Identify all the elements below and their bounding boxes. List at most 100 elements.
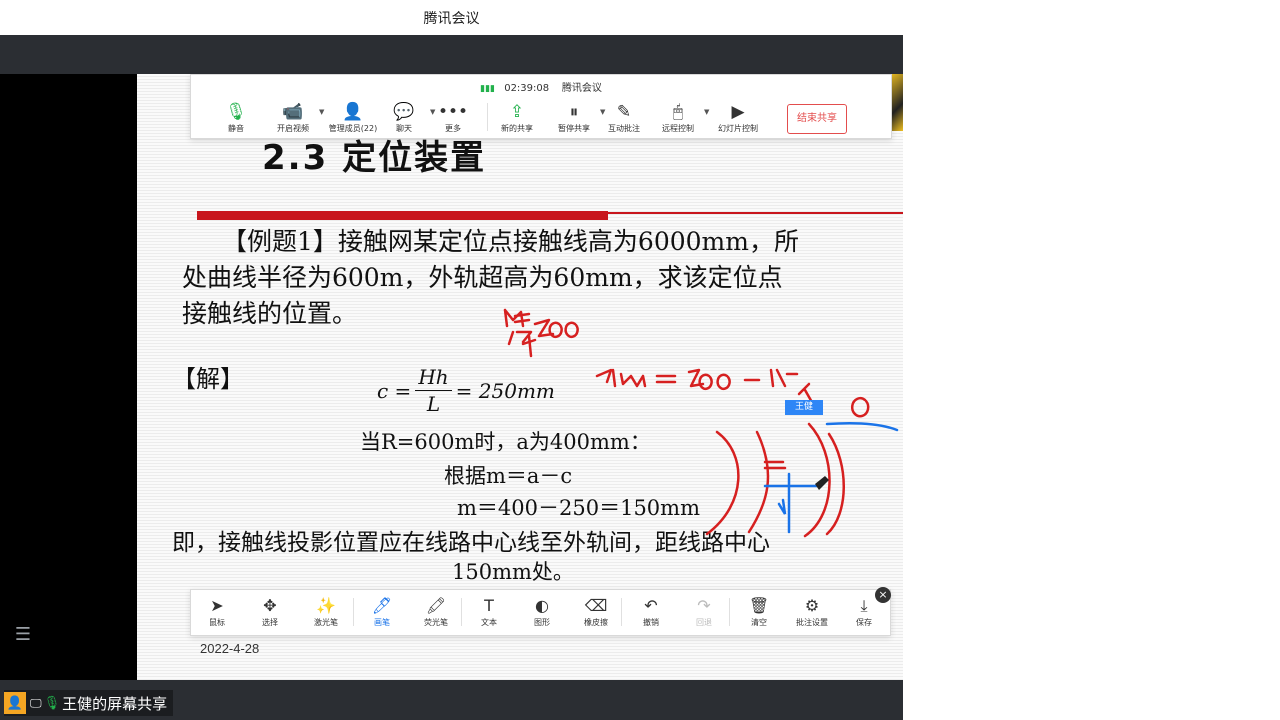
top-dark-bar [0, 35, 903, 74]
end-share-button[interactable]: 结束共享 [787, 104, 847, 134]
microphone-icon: 🎙 [43, 695, 61, 711]
mouse-icon: ➤ [210, 596, 224, 615]
annot-highlighter-button[interactable]: 🖍 荧光笔 [411, 595, 461, 628]
title-underline-thin [608, 212, 903, 214]
window-title: 腾讯会议 [423, 10, 480, 27]
toolbar-members-label: 管理成员(22) [328, 124, 378, 133]
toolbar-more-button[interactable]: ••• 更多 [423, 101, 483, 134]
annot-clear-label: 清空 [751, 618, 767, 627]
toolbar-annotate-button[interactable]: ✎ 互动批注 [594, 101, 654, 134]
text-icon: T [484, 596, 494, 615]
conclusion-line-1: 即，接触线投影位置应在线路中心线至外轨间，距线路中心 [172, 530, 770, 556]
annot-annot-settings-button[interactable]: ⚙ 批注设置 [787, 595, 837, 628]
solution-heading: 【解】 [172, 365, 244, 393]
annot-select-button[interactable]: ✥ 选择 [245, 595, 295, 628]
share-status: ▮▮▮ 02:39:08 腾讯会议 [191, 79, 891, 94]
highlighter-icon: 🖍 [425, 596, 447, 615]
annot-highlighter-label: 荧光笔 [424, 618, 448, 627]
problem-line-1: 【例题1】接触网某定位点接触线高为6000mm，所 [222, 227, 799, 256]
toolbar-new-share-label: 新的共享 [501, 124, 533, 133]
window-titlebar: 腾讯会议 [0, 0, 903, 36]
problem-line-3: 接触线的位置。 [182, 299, 358, 328]
toolbar-remote-control-button[interactable]: 🖱 远程控制 [648, 101, 708, 134]
annot-save-label: 保存 [856, 618, 872, 627]
annot-select-label: 选择 [262, 618, 278, 627]
annot-laser-button[interactable]: ✨ 激光笔 [301, 595, 351, 628]
annot-text-button[interactable]: T 文本 [464, 595, 514, 628]
toolbar-divider [353, 598, 354, 626]
formula: c = Hh L = 250mm [377, 364, 555, 417]
screen-share-icon: 🖵 [30, 695, 42, 710]
annot-shape-label: 图形 [534, 618, 550, 627]
annot-eraser-label: 橡皮擦 [584, 618, 608, 627]
toolbar-remote-control-label: 远程控制 [662, 124, 694, 133]
solution-line-3: m＝400－250＝150mm [457, 496, 700, 520]
formula-denominator: L [426, 392, 441, 416]
problem-line-2: 处曲线半径为600m，外轨超高为60mm，求该定位点 [182, 263, 783, 292]
slide-date: 2022-4-28 [200, 641, 260, 656]
meeting-window: 腾讯会议 ☰ 2.3 定位装置 【例题1】接触网某定位点接触线高为6000mm，… [0, 0, 903, 720]
laser-icon: ✨ [316, 596, 336, 615]
title-underline-thick [197, 211, 608, 220]
annotate-icon: ✎ [616, 102, 632, 122]
toolbar-divider [487, 103, 488, 131]
toolbar-video-label: 开启视频 [277, 124, 309, 133]
annot-pen-label: 画笔 [374, 618, 390, 627]
list-menu-icon[interactable]: ☰ [12, 624, 34, 646]
annotator-name-tag: 王健 [785, 400, 823, 415]
annot-undo-button[interactable]: ↶ 撤销 [626, 595, 676, 628]
pen-icon: 🖊 [371, 596, 393, 615]
close-icon[interactable]: × [875, 587, 891, 603]
toolbar-divider [461, 598, 462, 626]
app-name: 腾讯会议 [561, 83, 602, 94]
annot-undo-label: 撤销 [643, 618, 659, 627]
formula-lhs: c = [377, 378, 412, 403]
toolbar-annotate-label: 互动批注 [608, 124, 640, 133]
annot-pen-button[interactable]: 🖊 画笔 [357, 595, 407, 628]
more-icon: ••• [437, 102, 469, 122]
toolbar-new-share-button[interactable]: ⇪ 新的共享 [487, 101, 547, 134]
annot-text-label: 文本 [481, 618, 497, 627]
toolbar-pause-share-label: 暂停共享 [558, 124, 590, 133]
left-panel: ☰ [0, 74, 137, 680]
toolbar-mute-button[interactable]: 🎙 静音 [206, 101, 266, 134]
slideshow-control-icon: ▶ [731, 102, 745, 122]
avatar: 👤 [4, 692, 26, 714]
meeting-time: 02:39:08 [504, 83, 550, 94]
toolbar-divider [621, 598, 622, 626]
new-share-icon: ⇪ [509, 102, 525, 122]
annot-settings-icon: ⚙ [804, 596, 820, 615]
annot-redo-label: 回退 [696, 618, 712, 627]
toolbar-slideshow-control-button[interactable]: ▶ 幻灯片控制 [708, 101, 768, 134]
screen-share-owner-tag: 👤 🖵 🎙 王健的屏幕共享 [4, 690, 174, 716]
annot-redo-button[interactable]: ↷ 回退 [679, 595, 729, 628]
annot-mouse-button[interactable]: ➤ 鼠标 [192, 595, 242, 628]
remote-control-icon: 🖱 [672, 102, 684, 122]
clear-icon: 🗑 [748, 596, 770, 615]
shape-icon: ◐ [535, 596, 549, 615]
annotation-toolbar: ➤ 鼠标 ✥ 选择 ✨ 激光笔 🖊 画笔 🖍 荧光笔 T 文本 ◐ 图形 ⌫ 橡皮擦 ↶ 撤销 ↷ 回退 🗑 清空 ⚙ 批注设… [190, 589, 891, 636]
annot-annot-settings-label: 批注设置 [796, 618, 828, 627]
formula-numerator: Hh [415, 364, 452, 391]
annot-laser-label: 激光笔 [314, 618, 338, 627]
mute-icon: 🎙 [225, 102, 247, 122]
annot-shape-button[interactable]: ◐ 图形 [517, 595, 567, 628]
formula-fraction: Hh L [415, 364, 452, 417]
redo-icon: ↷ [697, 596, 711, 615]
share-toolbar: ▮▮▮ 02:39:08 腾讯会议 🎙 静音 📹 开启视频 ▼ 👤 管理成员(22) 💬 聊天 ▼… [190, 74, 892, 139]
toolbar-mute-label: 静音 [228, 124, 244, 133]
owner-label: 王健的屏幕共享 [62, 694, 168, 713]
solution-line-2: 根据m＝a－c [444, 464, 573, 488]
solution-line-1: 当R=600m时，a为400mm： [360, 430, 651, 454]
toolbar-video-button[interactable]: 📹 开启视频 [263, 101, 323, 134]
formula-rhs: = 250mm [455, 378, 555, 403]
annot-eraser-button[interactable]: ⌫ 橡皮擦 [571, 595, 621, 628]
annot-clear-button[interactable]: 🗑 清空 [734, 595, 784, 628]
undo-icon: ↶ [644, 596, 658, 615]
eraser-icon: ⌫ [584, 596, 608, 615]
select-icon: ✥ [263, 596, 277, 615]
toolbar-chat-label: 聊天 [396, 124, 412, 133]
conclusion-line-2: 150mm处。 [452, 560, 574, 584]
video-icon: 📹 [282, 102, 304, 122]
toolbar-slideshow-control-label: 幻灯片控制 [718, 124, 758, 133]
